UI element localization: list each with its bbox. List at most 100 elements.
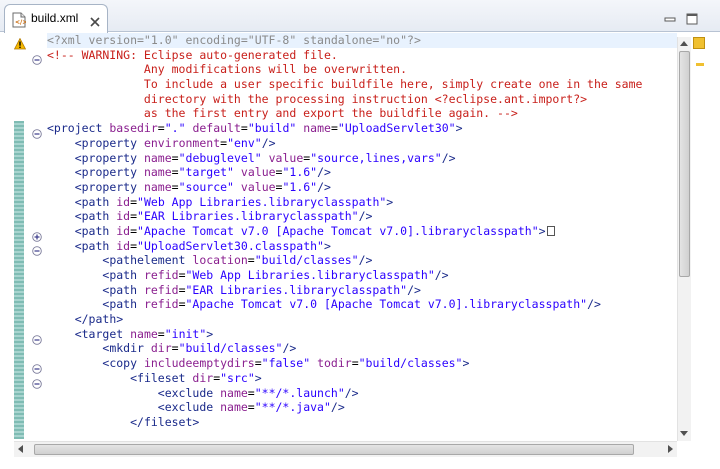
horizontal-scroll-thumb[interactable] (34, 444, 634, 455)
code-line[interactable]: <project basedir="." default="build" nam… (47, 121, 677, 136)
code-token: refid (143, 282, 179, 297)
code-token: To include a user specific buildfile her… (47, 77, 643, 92)
code-token: <path (74, 209, 117, 224)
bracket-match-box (546, 226, 555, 237)
code-token: "." (164, 121, 186, 136)
code-token: > (538, 223, 546, 238)
code-token: /> (282, 341, 297, 356)
code-token: /> (344, 385, 359, 400)
code-line[interactable]: <path refid="Apache Tomcat v7.0 [Apache … (47, 297, 677, 312)
fold-collapse-icon[interactable] (32, 330, 42, 345)
code-token: name (303, 121, 331, 136)
code-token: = (171, 150, 179, 165)
code-token: = (130, 209, 138, 224)
code-token: "target" (178, 165, 234, 180)
fold-collapse-icon[interactable] (32, 124, 42, 139)
code-line[interactable]: <path id="Web App Libraries.libraryclass… (47, 195, 677, 210)
code-token: > (254, 370, 262, 385)
code-line[interactable]: <path id="EAR Libraries.libraryclasspath… (47, 209, 677, 224)
scroll-right-arrow-icon[interactable] (668, 445, 673, 453)
fold-collapse-icon[interactable] (32, 359, 42, 374)
svg-text:</>: </> (15, 19, 26, 26)
fold-expand-icon[interactable] (32, 227, 42, 242)
code-line[interactable]: </path> (47, 312, 677, 327)
warning-icon[interactable] (13, 35, 27, 50)
xml-editor[interactable]: <?xml version="1.0" encoding="UTF-8" sta… (0, 33, 720, 469)
close-icon[interactable] (89, 13, 101, 27)
code-line[interactable]: as the first entry and export the buildf… (47, 106, 677, 121)
code-token: "build/classes" (178, 341, 283, 356)
code-line[interactable]: <target name="init"> (47, 327, 677, 342)
overview-marker[interactable] (696, 63, 704, 66)
code-token: = (254, 356, 262, 371)
code-token: </path> (74, 312, 124, 327)
code-line[interactable]: <path id="UploadServlet30.classpath"> (47, 239, 677, 254)
maximize-icon[interactable] (686, 10, 698, 25)
code-token: "source,lines,vars" (310, 150, 442, 165)
code-token: name (220, 400, 248, 415)
code-line[interactable]: <property name="debuglevel" value="sourc… (47, 151, 677, 166)
fold-collapse-icon[interactable] (32, 374, 42, 389)
code-text-area[interactable]: <?xml version="1.0" encoding="UTF-8" sta… (47, 33, 677, 439)
tab-build-xml[interactable]: </> build.xml (4, 4, 108, 33)
code-line[interactable]: <property name="source" value="1.6"/> (47, 180, 677, 195)
code-token: /> (441, 150, 456, 165)
code-token: directory with the processing instructio… (47, 91, 588, 106)
code-line[interactable]: Any modifications will be overwritten. (47, 62, 677, 77)
code-line[interactable]: <?xml version="1.0" encoding="UTF-8" sta… (47, 33, 677, 48)
code-token: "build/classes" (358, 356, 463, 371)
code-token: <!-- WARNING: Eclipse auto-generated fil… (47, 47, 338, 62)
code-token: = (171, 165, 179, 180)
vertical-scrollbar[interactable] (677, 37, 691, 441)
code-line[interactable]: <path id="Apache Tomcat v7.0 [Apache Tom… (47, 224, 677, 239)
code-token: /> (261, 135, 276, 150)
code-token: /> (587, 297, 601, 312)
code-token: "Apache Tomcat v7.0 [Apache Tomcat v7.0]… (137, 223, 539, 238)
fold-collapse-icon[interactable] (32, 241, 42, 257)
code-line[interactable]: <exclude name="**/*.java"/> (47, 400, 677, 415)
code-token: value (240, 165, 276, 180)
editor-tab-bar: </> build.xml (0, 0, 720, 33)
code-line[interactable]: directory with the processing instructio… (47, 92, 677, 107)
code-token: "Web App Libraries.libraryclasspath" (137, 194, 387, 209)
code-token: "src" (220, 370, 255, 385)
code-line[interactable]: <property name="target" value="1.6"/> (47, 165, 677, 180)
scroll-left-arrow-icon[interactable] (18, 445, 23, 453)
scroll-down-arrow-icon[interactable] (680, 431, 688, 436)
scroll-up-arrow-icon[interactable] (680, 41, 688, 46)
code-line[interactable]: To include a user specific buildfile her… (47, 77, 677, 92)
code-line[interactable]: <path refid="Web App Libraries.librarycl… (47, 268, 677, 283)
minimize-icon[interactable] (664, 10, 676, 22)
code-token: <?xml version="1.0" encoding="UTF-8" sta… (47, 33, 421, 47)
editor-bottom-area (0, 458, 720, 469)
code-line[interactable]: <pathelement location="build/classes"/> (47, 253, 677, 268)
horizontal-scrollbar[interactable] (14, 441, 677, 457)
code-token: name (143, 179, 172, 194)
code-token: <pathelement (102, 253, 193, 268)
code-line[interactable]: <path refid="EAR Libraries.libraryclassp… (47, 283, 677, 298)
code-line[interactable]: <!-- WARNING: Eclipse auto-generated fil… (47, 48, 677, 63)
code-token: = (247, 385, 255, 400)
code-line[interactable]: <mkdir dir="build/classes"/> (47, 341, 677, 356)
code-line[interactable]: </fileset> (47, 415, 677, 430)
code-token: dir (192, 370, 214, 385)
code-line[interactable]: <exclude name="**/*.launch"/> (47, 386, 677, 401)
fold-collapse-icon[interactable] (32, 50, 42, 65)
overview-warning-marker[interactable] (693, 37, 705, 49)
code-line[interactable]: <property environment="env"/> (47, 136, 677, 151)
code-token: <mkdir (102, 341, 151, 356)
code-token: value (240, 179, 276, 194)
code-line[interactable]: <copy includeemptydirs="false" todir="bu… (47, 356, 677, 371)
vertical-scroll-thumb[interactable] (679, 51, 690, 277)
code-line[interactable]: <fileset dir="src"> (47, 371, 677, 386)
